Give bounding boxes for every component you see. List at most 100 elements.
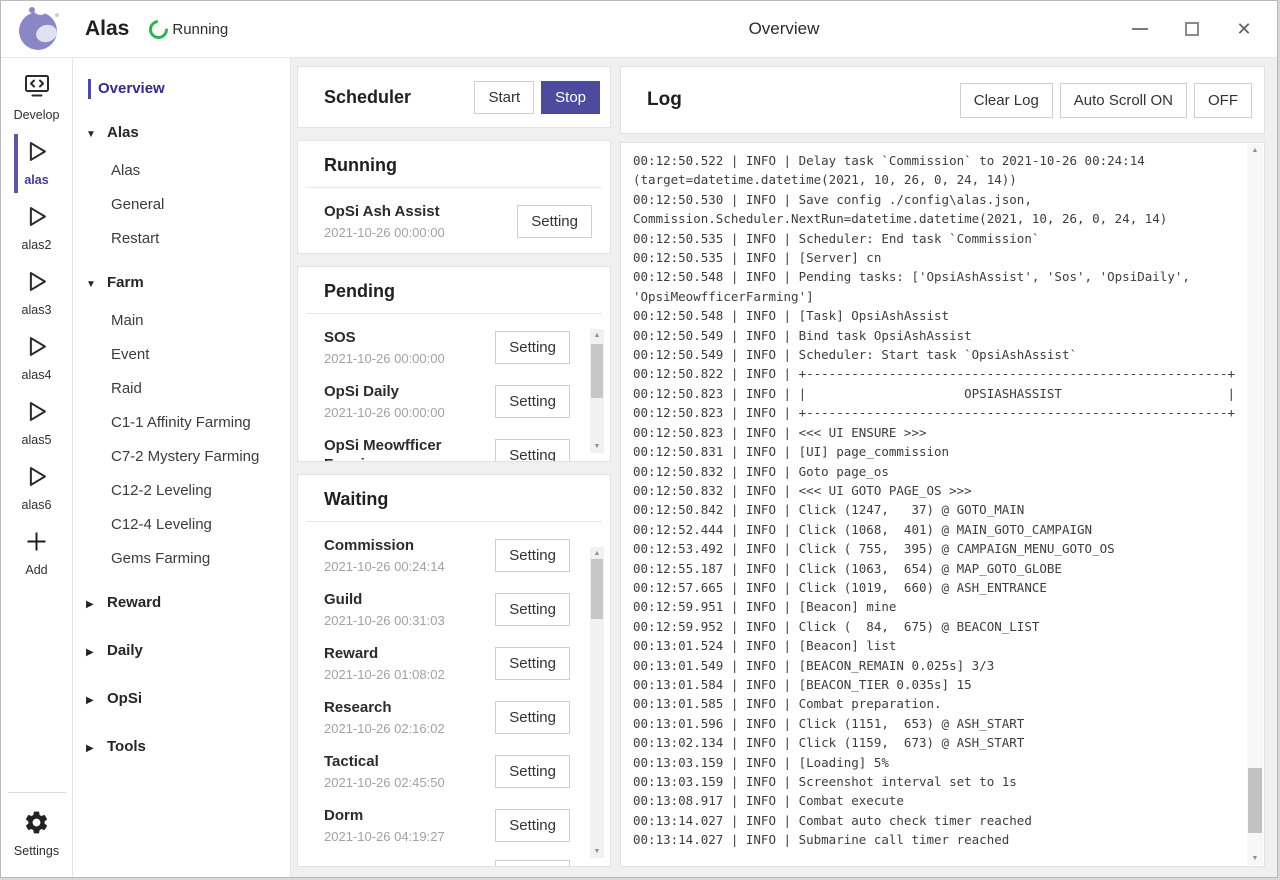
task-setting-button[interactable]: Setting bbox=[495, 860, 570, 866]
autoscroll-on-button[interactable]: Auto Scroll ON bbox=[1060, 83, 1187, 118]
app-logo-icon bbox=[15, 6, 61, 52]
task-setting-button[interactable]: Setting bbox=[495, 539, 570, 572]
log-line: 00:13:01.584 | INFO | [BEACON_TIER 0.035… bbox=[633, 675, 1240, 694]
task-setting-button[interactable]: Setting bbox=[495, 809, 570, 842]
nav-item-gems-farming[interactable]: Gems Farming bbox=[73, 542, 290, 576]
nav-group-daily[interactable]: ▶Daily bbox=[73, 632, 290, 672]
task-setting-button[interactable]: Setting bbox=[495, 593, 570, 626]
plus-icon bbox=[23, 528, 50, 560]
rail-item-alas[interactable]: alas bbox=[14, 131, 60, 196]
play-icon bbox=[23, 203, 50, 235]
nav-item-alas[interactable]: Alas bbox=[73, 154, 290, 188]
log-line: 00:12:55.187 | INFO | Click (1063, 654) … bbox=[633, 559, 1240, 578]
log-line: 00:12:53.492 | INFO | Click ( 755, 395) … bbox=[633, 539, 1240, 558]
nav-item-c7-2-mystery-farming[interactable]: C7-2 Mystery Farming bbox=[73, 440, 290, 474]
log-scrollbar[interactable]: ▲ ▼ bbox=[1247, 144, 1263, 865]
play-icon bbox=[23, 268, 50, 300]
log-line: 00:12:59.951 | INFO | [Beacon] mine bbox=[633, 597, 1240, 616]
minimize-icon bbox=[1132, 28, 1148, 30]
log-line: 00:12:50.549 | INFO | Scheduler: Start t… bbox=[633, 345, 1240, 364]
scroll-down-icon[interactable]: ▼ bbox=[590, 440, 604, 453]
nav-item-restart[interactable]: Restart bbox=[73, 222, 290, 256]
rail-item-alas3[interactable]: alas3 bbox=[14, 261, 60, 326]
log-line: 00:13:01.596 | INFO | Click (1151, 653) … bbox=[633, 714, 1240, 733]
task-name: OpSi Ash Assist bbox=[324, 202, 445, 221]
rail-item-develop[interactable]: Develop bbox=[14, 66, 60, 131]
chevron-right-icon: ▶ bbox=[86, 739, 98, 759]
rail-item-alas6[interactable]: alas6 bbox=[14, 456, 60, 521]
task-setting-button[interactable]: Setting bbox=[517, 205, 592, 238]
task-info: OpSi Ash Assist2021-10-26 00:00:00 bbox=[324, 202, 445, 240]
app-window: Alas Running Overview ✕ Developalasalas2… bbox=[0, 0, 1278, 878]
pending-panel: Pending SOS2021-10-26 00:00:00SettingOpS… bbox=[297, 266, 611, 462]
nav-item-c12-2-leveling[interactable]: C12-2 Leveling bbox=[73, 474, 290, 508]
maximize-button[interactable] bbox=[1181, 18, 1203, 40]
nav-item-general[interactable]: General bbox=[73, 188, 290, 222]
stop-button[interactable]: Stop bbox=[541, 81, 600, 114]
rail-item-label: alas4 bbox=[22, 368, 52, 382]
nav-group-opsi[interactable]: ▶OpSi bbox=[73, 680, 290, 720]
nav-item-c1-1-affinity-farming[interactable]: C1-1 Affinity Farming bbox=[73, 406, 290, 440]
task-info: Guild2021-10-26 00:31:03 bbox=[324, 590, 445, 628]
play-icon bbox=[23, 463, 50, 495]
scrollbar-thumb[interactable] bbox=[1248, 768, 1262, 833]
nav-group-label: Tools bbox=[107, 738, 146, 755]
scroll-down-icon[interactable]: ▼ bbox=[590, 845, 604, 858]
nav-group-farm[interactable]: ▼Farm bbox=[73, 264, 290, 304]
task-row: Tactical2021-10-26 02:45:50Setting bbox=[324, 744, 570, 798]
task-time: 2021-10-26 00:31:03 bbox=[324, 613, 445, 628]
nav-group-tools[interactable]: ▶ Tools bbox=[73, 728, 290, 768]
task-name: OpSi Daily bbox=[324, 382, 445, 401]
task-row: ShopSetting bbox=[324, 852, 570, 866]
scroll-up-icon[interactable]: ▲ bbox=[1247, 144, 1263, 157]
nav-item-raid[interactable]: Raid bbox=[73, 372, 290, 406]
log-line: 00:12:50.842 | INFO | Click (1247, 37) @… bbox=[633, 500, 1240, 519]
task-setting-button[interactable]: Setting bbox=[495, 385, 570, 418]
task-row: Commission2021-10-26 00:24:14Setting bbox=[324, 528, 570, 582]
rail-item-add[interactable]: Add bbox=[14, 521, 60, 586]
waiting-scrollbar[interactable]: ▲ ▼ bbox=[590, 547, 604, 858]
pending-scrollbar[interactable]: ▲ ▼ bbox=[590, 329, 604, 453]
rail-item-alas2[interactable]: alas2 bbox=[14, 196, 60, 261]
scrollbar-thumb[interactable] bbox=[591, 344, 603, 399]
nav-item-event[interactable]: Event bbox=[73, 338, 290, 372]
scrollbar-thumb[interactable] bbox=[591, 559, 603, 618]
log-line: 00:13:02.134 | INFO | Click (1159, 673) … bbox=[633, 733, 1240, 752]
autoscroll-off-button[interactable]: OFF bbox=[1194, 83, 1252, 118]
log-line: 00:12:50.522 | INFO | Delay task `Commis… bbox=[633, 151, 1240, 190]
waiting-task-list: Commission2021-10-26 00:24:14SettingGuil… bbox=[298, 522, 610, 866]
task-row: Research2021-10-26 02:16:02Setting bbox=[324, 690, 570, 744]
task-row: OpSi Meowfficer FarmingSetting bbox=[324, 428, 570, 461]
running-panel: Running OpSi Ash Assist2021-10-26 00:00:… bbox=[297, 140, 611, 254]
task-name: Research bbox=[324, 698, 445, 717]
nav-item-overview[interactable]: Overview bbox=[73, 72, 290, 106]
nav-item-main[interactable]: Main bbox=[73, 304, 290, 338]
task-setting-button[interactable]: Setting bbox=[495, 701, 570, 734]
minimize-button[interactable] bbox=[1129, 18, 1151, 40]
task-name: Dorm bbox=[324, 806, 445, 825]
start-button[interactable]: Start bbox=[474, 81, 534, 114]
maximize-icon bbox=[1185, 22, 1199, 36]
nav-item-c12-4-leveling[interactable]: C12-4 Leveling bbox=[73, 508, 290, 542]
scroll-down-icon[interactable]: ▼ bbox=[1247, 852, 1263, 865]
settings-button[interactable]: Settings bbox=[8, 802, 66, 867]
task-setting-button[interactable]: Setting bbox=[495, 647, 570, 680]
nav-group-alas[interactable]: ▼Alas bbox=[73, 114, 290, 154]
rail-item-alas5[interactable]: alas5 bbox=[14, 391, 60, 456]
task-setting-button[interactable]: Setting bbox=[495, 439, 570, 462]
task-setting-button[interactable]: Setting bbox=[495, 331, 570, 364]
chevron-down-icon: ▼ bbox=[86, 275, 98, 295]
pending-task-list: SOS2021-10-26 00:00:00 Setting OpSi Daily 2… bbox=[298, 314, 610, 461]
log-output[interactable]: 00:12:50.522 | INFO | Delay task `Commis… bbox=[621, 143, 1264, 866]
task-time: 2021-10-26 00:00:00 bbox=[324, 351, 445, 366]
nav-group-reward[interactable]: ▶Reward bbox=[73, 584, 290, 624]
rail-item-alas4[interactable]: alas4 bbox=[14, 326, 60, 391]
scroll-up-icon[interactable]: ▲ bbox=[590, 547, 604, 560]
task-info: SOS2021-10-26 00:00:00 bbox=[324, 328, 445, 366]
log-line: 00:12:50.549 | INFO | Bind task OpsiAshA… bbox=[633, 326, 1240, 345]
close-button[interactable]: ✕ bbox=[1233, 18, 1255, 40]
task-setting-button[interactable]: Setting bbox=[495, 755, 570, 788]
clear-log-button[interactable]: Clear Log bbox=[960, 83, 1053, 118]
task-time: 2021-10-26 00:24:14 bbox=[324, 559, 445, 574]
scroll-up-icon[interactable]: ▲ bbox=[590, 329, 604, 342]
